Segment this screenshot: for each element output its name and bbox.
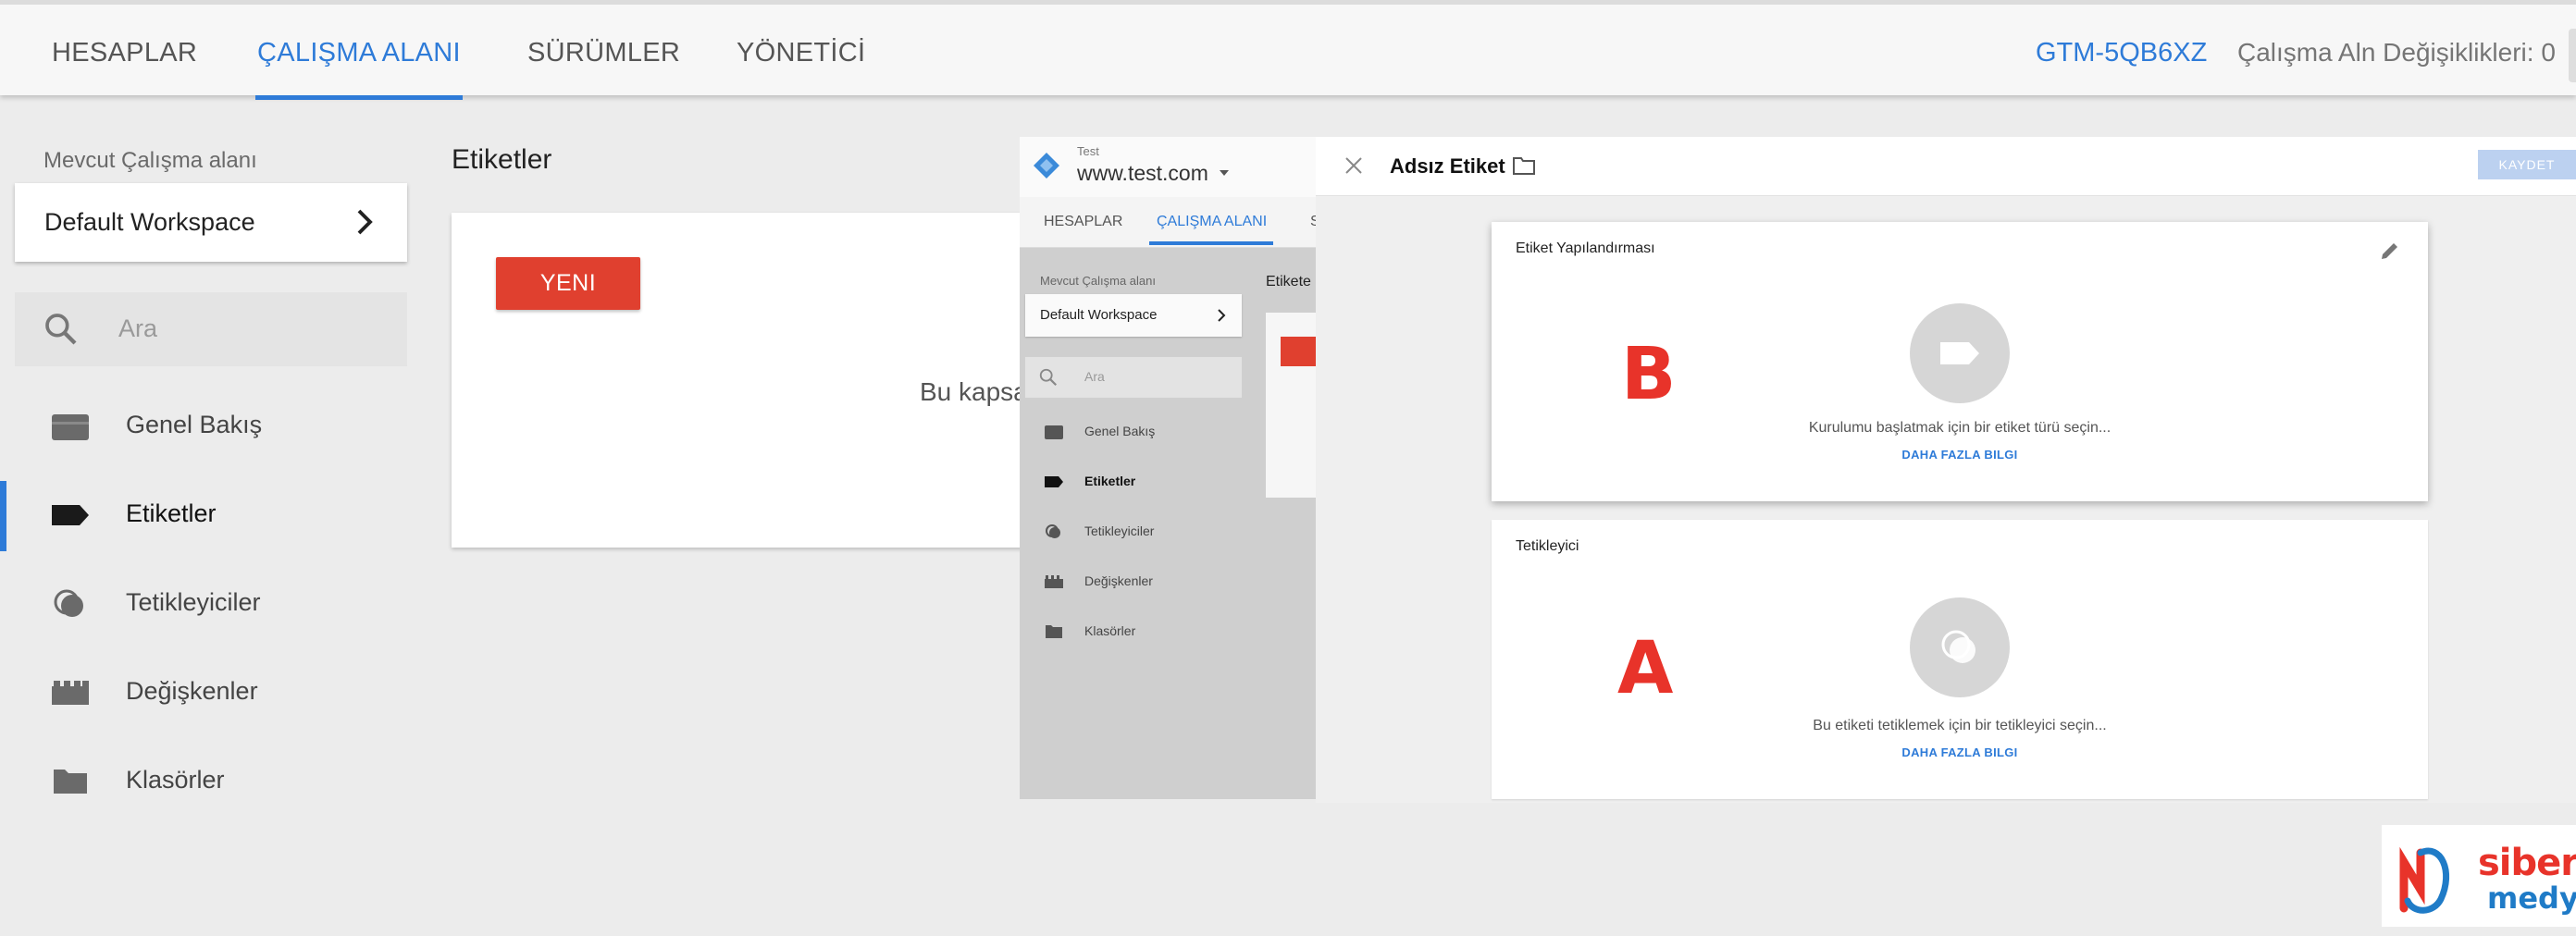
- mini-search-placeholder: Ara: [1084, 369, 1105, 384]
- tag-icon: [52, 505, 89, 525]
- trigger-placeholder[interactable]: [1910, 597, 2010, 697]
- mini-account-name: Test: [1077, 144, 1099, 158]
- mini-workspace-name: Default Workspace: [1040, 307, 1158, 323]
- tags-card: YENI Bu kapsa: [452, 213, 1028, 548]
- mini-tabs: HESAPLAR ÇALIŞMA ALANI S: [1020, 197, 1316, 248]
- trigger-icon: [1046, 524, 1060, 538]
- search-input[interactable]: Ara: [15, 292, 407, 366]
- search-icon: [1039, 368, 1058, 387]
- page-title: Etiketler: [452, 144, 552, 175]
- folder-icon: [1046, 625, 1062, 638]
- sidebar-item-label: Etiketler: [126, 499, 217, 527]
- folder-icon[interactable]: [1512, 155, 1536, 176]
- mini-sidebar-item-label: Genel Bakış: [1084, 424, 1156, 438]
- trigger-icon: [54, 589, 83, 617]
- sidebar-item-degiskenler[interactable]: Değişkenler: [0, 657, 426, 729]
- mini-tab-hesaplar[interactable]: HESAPLAR: [1044, 214, 1122, 230]
- workspace-label: Mevcut Çalışma alanı: [43, 148, 257, 173]
- annotation-letter-b: B: [1621, 333, 1677, 416]
- mini-sidebar-item-klasorler[interactable]: Klasörler: [1020, 612, 1242, 649]
- tab-calisma-alani[interactable]: ÇALIŞMA ALANI: [255, 31, 463, 100]
- mini-sidebar-item-genel-bakis[interactable]: Genel Bakış: [1020, 413, 1242, 450]
- brand-name-line2: medya: [2487, 881, 2576, 916]
- mini-container-name[interactable]: www.test.com: [1077, 161, 1208, 186]
- mini-header: Test www.test.com: [1020, 137, 1316, 197]
- sidebar-item-etiketler[interactable]: Etiketler: [0, 479, 426, 551]
- learn-more-link[interactable]: DAHA FAZLA BILGI: [1492, 448, 2428, 462]
- annotation-letter-a: A: [1617, 627, 1674, 710]
- mini-sidebar-item-label: Etiketler: [1084, 474, 1136, 488]
- tab-hesaplar[interactable]: HESAPLAR: [52, 31, 197, 100]
- mini-new-button[interactable]: [1281, 337, 1316, 366]
- sidebar-item-label: Tetikleyiciler: [126, 588, 261, 616]
- card-title: Tetikleyici: [1516, 538, 1579, 554]
- overview-icon: [52, 414, 89, 440]
- mini-sidebar-item-degiskenler[interactable]: Değişkenler: [1020, 562, 1242, 599]
- caret-down-icon: [1220, 170, 1229, 176]
- gtm-logo-icon: [1034, 153, 1059, 179]
- workspace-name: Default Workspace: [44, 208, 255, 236]
- mini-sidebar-item-label: Tetikleyiciler: [1084, 523, 1155, 538]
- mini-tags-card: [1266, 313, 1316, 498]
- tag-icon: [1045, 476, 1063, 487]
- close-icon[interactable]: [1344, 155, 1364, 176]
- mini-sidebar-item-tetikleyiciler[interactable]: Tetikleyiciler: [1020, 512, 1242, 549]
- sidebar-item-label: Genel Bakış: [126, 411, 263, 438]
- save-button[interactable]: KAYDET: [2478, 150, 2576, 179]
- brand-logo: siber medya: [2382, 825, 2576, 927]
- tag-editor-header: Adsız Etiket KAYDET: [1316, 137, 2576, 196]
- tag-icon: [1940, 342, 1979, 364]
- brand-name-line1: siber: [2478, 842, 2576, 884]
- tab-yonetici[interactable]: YÖNETİCİ: [737, 31, 865, 100]
- mini-sidebar-item-etiketler[interactable]: Etiketler: [1020, 462, 1242, 499]
- new-tag-button[interactable]: YENI: [496, 257, 640, 310]
- search-placeholder: Ara: [118, 314, 158, 342]
- sidebar-item-genel-bakis[interactable]: Genel Bakış: [0, 390, 426, 462]
- mini-sidebar-item-label: Klasörler: [1084, 623, 1136, 638]
- card-title: Etiket Yapılandırması: [1516, 240, 1655, 256]
- search-icon: [45, 314, 77, 345]
- sidebar-item-tetikleyiciler[interactable]: Tetikleyiciler: [0, 568, 426, 640]
- card-hint-text: Kurulumu başlatmak için bir etiket türü …: [1808, 420, 2112, 436]
- card-hint-text: Bu etiketi tetiklemek için bir tetikleyi…: [1813, 718, 2107, 733]
- trigger-icon: [1941, 630, 1975, 663]
- mini-page-title: Etikete: [1266, 274, 1311, 289]
- tab-surumler[interactable]: SÜRÜMLER: [527, 31, 680, 100]
- top-nav-bar: HESAPLAR ÇALIŞMA ALANI SÜRÜMLER YÖNETİCİ…: [0, 0, 2576, 100]
- mini-tab-calisma-alani[interactable]: ÇALIŞMA ALANI: [1157, 214, 1267, 230]
- variables-icon: [52, 681, 89, 705]
- mini-workspace-selector[interactable]: Default Workspace: [1025, 294, 1242, 337]
- container-id-link[interactable]: GTM-5QB6XZ: [2036, 38, 2207, 68]
- mini-tab-indicator: [1149, 241, 1273, 245]
- mini-sidebar-item-label: Değişkenler: [1084, 573, 1153, 588]
- overview-icon: [1045, 425, 1063, 439]
- mini-search-input[interactable]: Ara: [1025, 357, 1242, 398]
- tag-editor-panel: Adsız Etiket KAYDET Etiket Yapılandırmas…: [1316, 137, 2576, 803]
- sidebar-item-label: Değişkenler: [126, 677, 258, 705]
- learn-more-link[interactable]: DAHA FAZLA BILGI: [1492, 745, 2428, 759]
- pencil-icon[interactable]: [2378, 239, 2402, 263]
- brand-mark-icon: [2399, 846, 2450, 914]
- workspace-selector[interactable]: Default Workspace: [15, 183, 407, 262]
- workspace-changes-count: Çalışma Aln Değişiklikleri: 0: [2237, 38, 2556, 67]
- chevron-right-icon: [1218, 309, 1226, 322]
- chevron-right-icon: [357, 209, 373, 235]
- mini-workspace-label: Mevcut Çalışma alanı: [1040, 274, 1156, 288]
- sidebar-item-klasorler[interactable]: Klasörler: [0, 745, 426, 818]
- folder-icon: [54, 770, 87, 794]
- embedded-screenshot: Test www.test.com HESAPLAR ÇALIŞMA ALANI…: [1020, 137, 1316, 799]
- variables-icon: [1045, 575, 1063, 588]
- triggering-card[interactable]: Tetikleyici A Bu etiketi tetiklemek için…: [1492, 520, 2428, 799]
- empty-state-text: Bu kapsa: [920, 377, 1028, 406]
- tag-name[interactable]: Adsız Etiket: [1390, 154, 1505, 179]
- submit-button-edge[interactable]: [2569, 29, 2576, 82]
- sidebar-item-label: Klasörler: [126, 766, 225, 794]
- tag-configuration-card[interactable]: Etiket Yapılandırması B Kurulumu başlatm…: [1492, 222, 2428, 501]
- tag-type-placeholder[interactable]: [1910, 303, 2010, 403]
